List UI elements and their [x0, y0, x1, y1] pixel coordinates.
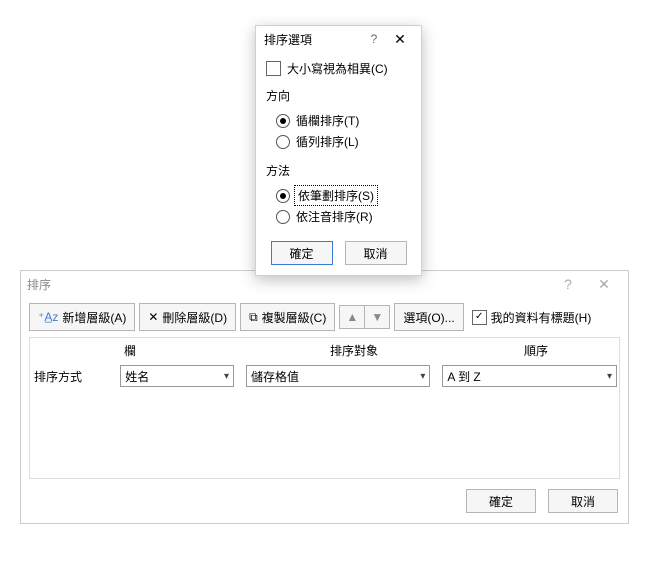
move-up-button[interactable]: ▲ — [340, 306, 364, 328]
orientation-columns-radio[interactable]: 循欄排序(T) — [266, 110, 411, 131]
help-icon[interactable]: ? — [361, 32, 387, 46]
sort-cancel-button[interactable]: 取消 — [548, 489, 618, 513]
method-zhuyin-label: 依注音排序(R) — [296, 208, 373, 225]
case-sensitive-checkbox[interactable]: 大小寫視為相異(C) — [266, 60, 411, 77]
radio-icon — [276, 189, 290, 203]
close-icon[interactable]: ✕ — [387, 31, 413, 48]
move-level-group: ▲ ▼ — [339, 305, 390, 329]
orientation-group-label: 方向 — [266, 87, 411, 104]
help-icon[interactable]: ? — [550, 276, 586, 292]
sorton-value: 儲存格值 — [251, 368, 299, 385]
radio-icon — [276, 210, 290, 224]
checkmark-icon: ✓ — [472, 310, 487, 325]
has-header-checkbox[interactable]: ✓ 我的資料有標題(H) — [472, 309, 592, 326]
chevron-down-icon: ▾ — [607, 371, 612, 382]
sort-ok-button[interactable]: 確定 — [466, 489, 536, 513]
add-level-button[interactable]: ⁺A̲ᴢ 新增層級(A) — [29, 303, 135, 331]
chevron-down-icon: ▾ — [420, 371, 425, 382]
options-body: 大小寫視為相異(C) 方向 循欄排序(T) 循列排序(L) 方法 依筆劃排序(S… — [256, 52, 421, 231]
method-zhuyin-radio[interactable]: 依注音排序(R) — [266, 206, 411, 227]
sort-options-dialog: 排序選項 ? ✕ 大小寫視為相異(C) 方向 循欄排序(T) 循列排序(L) 方… — [255, 25, 422, 276]
sorton-select[interactable]: 儲存格值 ▾ — [246, 365, 430, 387]
delete-level-icon: ✕ — [148, 310, 158, 324]
options-ok-button[interactable]: 確定 — [271, 241, 333, 265]
options-titlebar: 排序選項 ? ✕ — [256, 26, 421, 52]
options-title: 排序選項 — [264, 31, 361, 48]
sort-title: 排序 — [27, 276, 550, 293]
row-label: 排序方式 — [32, 368, 120, 385]
orientation-rows-label: 循列排序(L) — [296, 133, 359, 150]
method-stroke-radio[interactable]: 依筆劃排序(S) — [266, 185, 411, 206]
radio-icon — [276, 135, 290, 149]
options-footer: 確定 取消 — [256, 231, 421, 275]
order-value: A 到 Z — [447, 368, 480, 385]
col-header-sorton: 排序對象 — [330, 342, 524, 359]
field-value: 姓名 — [125, 368, 149, 385]
orientation-columns-label: 循欄排序(T) — [296, 112, 359, 129]
add-level-label: 新增層級(A) — [62, 309, 126, 326]
checkbox-icon — [266, 61, 281, 76]
case-sensitive-label: 大小寫視為相異(C) — [287, 60, 388, 77]
copy-level-label: 複製層級(C) — [262, 309, 327, 326]
copy-level-button[interactable]: ⧉ 複製層級(C) — [240, 303, 335, 331]
move-down-button[interactable]: ▼ — [364, 306, 389, 328]
close-icon[interactable]: ✕ — [586, 276, 622, 293]
copy-level-icon: ⧉ — [249, 310, 258, 325]
sort-footer: 確定 取消 — [21, 479, 628, 523]
options-label: 選項(O)... — [403, 309, 454, 326]
orientation-rows-radio[interactable]: 循列排序(L) — [266, 131, 411, 152]
delete-level-label: 刪除層級(D) — [162, 309, 227, 326]
field-select[interactable]: 姓名 ▾ — [120, 365, 234, 387]
col-header-field: 欄 — [124, 342, 330, 359]
sort-toolbar: ⁺A̲ᴢ 新增層級(A) ✕ 刪除層級(D) ⧉ 複製層級(C) ▲ ▼ 選項(… — [21, 297, 628, 337]
sort-dialog: 排序 ? ✕ ⁺A̲ᴢ 新增層級(A) ✕ 刪除層級(D) ⧉ 複製層級(C) … — [20, 270, 629, 524]
method-stroke-label: 依筆劃排序(S) — [296, 187, 376, 204]
order-select[interactable]: A 到 Z ▾ — [442, 365, 617, 387]
grid-header: 欄 排序對象 順序 — [30, 338, 619, 363]
col-header-order: 順序 — [524, 342, 617, 359]
add-level-icon: ⁺A̲ᴢ — [38, 310, 58, 324]
delete-level-button[interactable]: ✕ 刪除層級(D) — [139, 303, 236, 331]
method-group-label: 方法 — [266, 162, 411, 179]
sort-row: 排序方式 姓名 ▾ 儲存格值 ▾ A 到 Z ▾ — [30, 363, 619, 389]
sort-grid: 欄 排序對象 順序 排序方式 姓名 ▾ 儲存格值 ▾ A 到 Z ▾ — [29, 337, 620, 479]
options-button[interactable]: 選項(O)... — [394, 303, 463, 331]
options-cancel-button[interactable]: 取消 — [345, 241, 407, 265]
radio-icon — [276, 114, 290, 128]
has-header-label: 我的資料有標題(H) — [491, 309, 592, 326]
chevron-down-icon: ▾ — [224, 371, 229, 382]
